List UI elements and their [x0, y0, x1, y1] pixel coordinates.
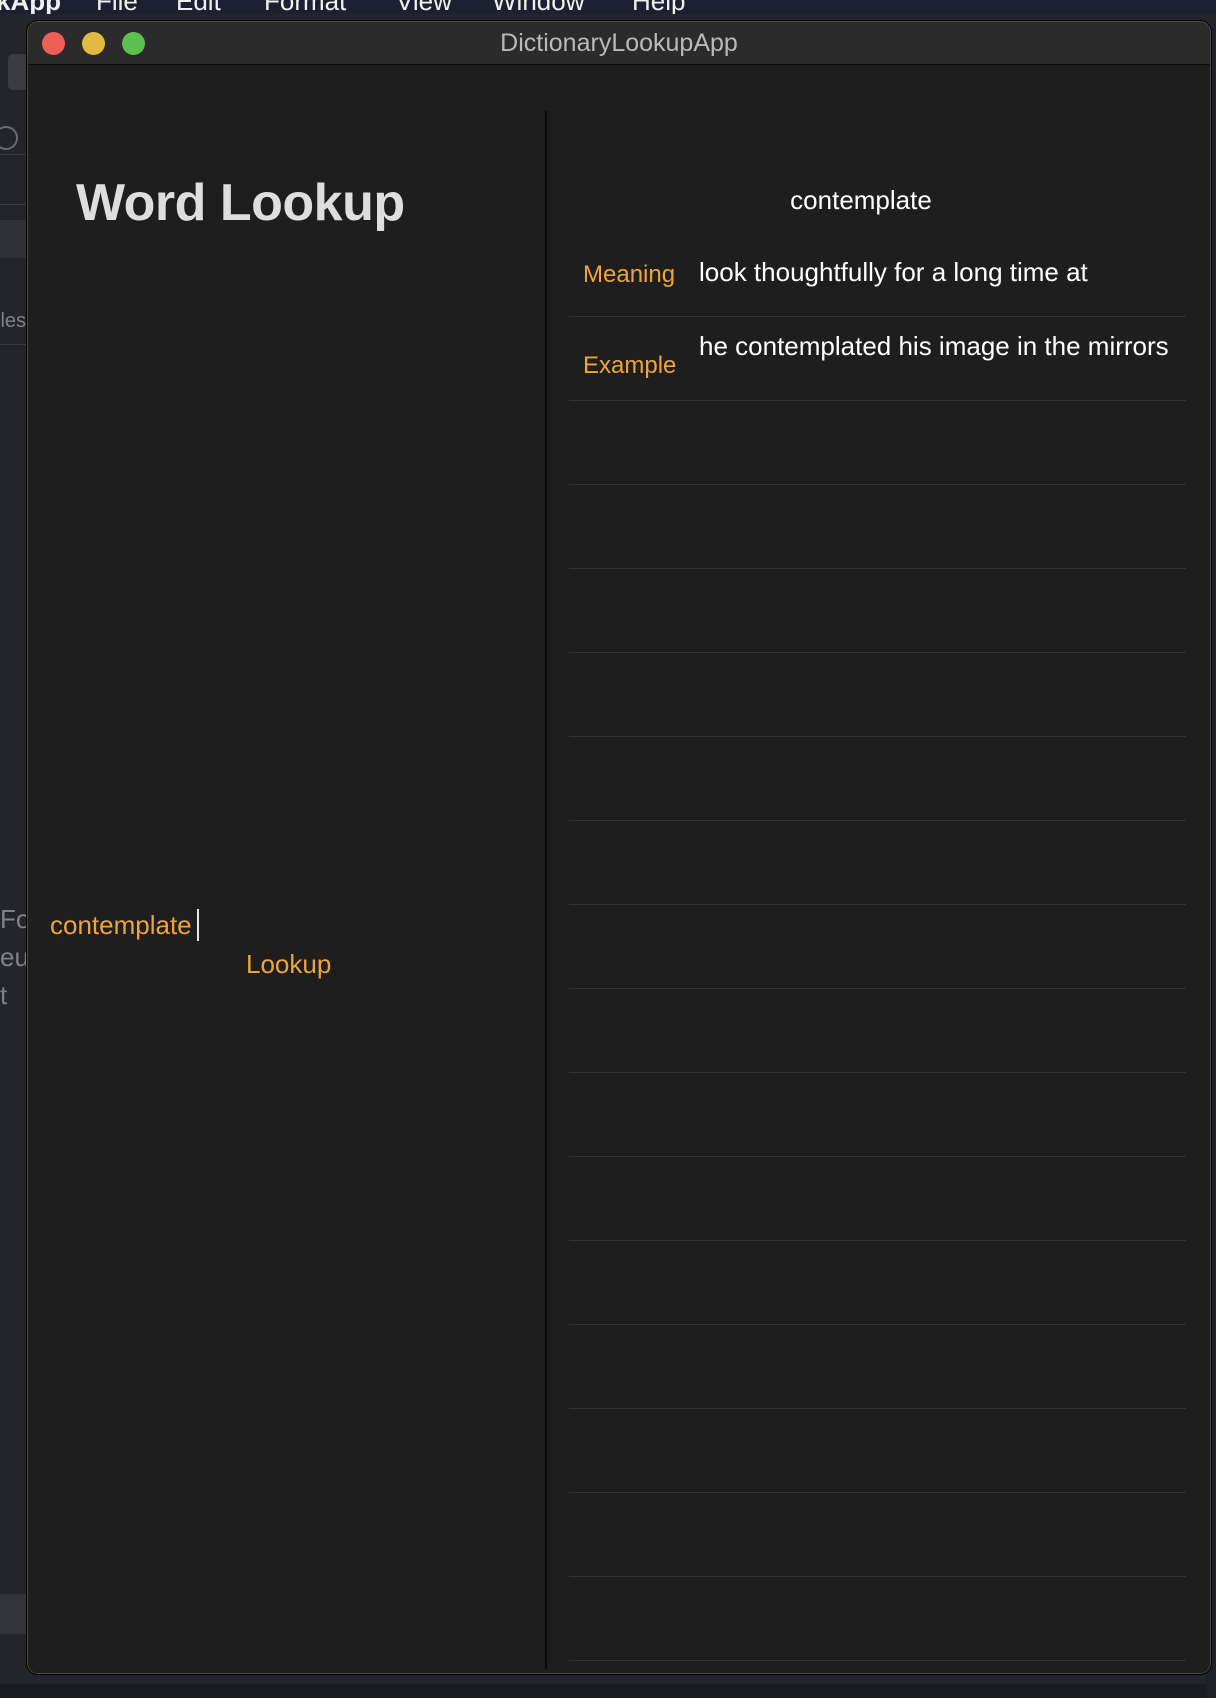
- app-window: DictionaryLookupApp Word Lookup Lookup c…: [27, 21, 1211, 1674]
- background-divider: [0, 344, 26, 345]
- empty-table-row: [569, 1325, 1186, 1409]
- title-bar: DictionaryLookupApp: [28, 22, 1210, 65]
- background-divider: [0, 204, 26, 205]
- window-content: Word Lookup Lookup contemplate Meaning l…: [28, 65, 1210, 1673]
- empty-table-row: [569, 989, 1186, 1073]
- page-title: Word Lookup: [76, 174, 405, 232]
- empty-table-row: [569, 569, 1186, 653]
- menu-view[interactable]: View: [396, 0, 452, 14]
- menu-help[interactable]: Help: [632, 0, 685, 14]
- background-selected-row: [0, 220, 26, 258]
- definition-row-example[interactable]: Example he contemplated his image in the…: [569, 317, 1186, 401]
- background-toolbar-button: [8, 54, 28, 90]
- background-editor-text: eu: [0, 942, 29, 972]
- empty-table-row: [569, 1493, 1186, 1577]
- empty-table-row: [569, 1241, 1186, 1325]
- example-value: he contemplated his image in the mirrors: [699, 331, 1169, 361]
- menu-format[interactable]: Format: [264, 0, 346, 14]
- meaning-value: look thoughtfully for a long time at: [699, 257, 1088, 287]
- menu-edit[interactable]: Edit: [176, 0, 221, 14]
- menu-file[interactable]: File: [96, 0, 138, 14]
- lookup-button[interactable]: Lookup: [246, 949, 331, 980]
- empty-table-row: [569, 821, 1186, 905]
- empty-table-row: [569, 1409, 1186, 1493]
- example-label: Example: [583, 352, 677, 379]
- result-word-title: contemplate: [790, 185, 932, 215]
- empty-table-row: [569, 485, 1186, 569]
- empty-table-row: [569, 1577, 1186, 1661]
- background-sidebar-text: iles: [0, 310, 27, 332]
- empty-table-row: [569, 653, 1186, 737]
- empty-table-row: [569, 1157, 1186, 1241]
- empty-table-row: [569, 1073, 1186, 1157]
- meaning-label: Meaning: [583, 261, 676, 288]
- window-title: DictionaryLookupApp: [500, 29, 738, 57]
- definition-row-meaning[interactable]: Meaning look thoughtfully for a long tim…: [569, 233, 1186, 317]
- empty-table-row: [569, 905, 1186, 989]
- background-divider: [0, 154, 26, 155]
- split-view-divider[interactable]: [545, 111, 547, 1669]
- menu-app-name[interactable]: kApp: [0, 0, 61, 14]
- empty-table-row: [569, 401, 1186, 485]
- background-status-bar: [0, 1594, 26, 1634]
- background-editor-text: t: [0, 980, 8, 1010]
- text-caret: [197, 909, 199, 941]
- background-editor-text: Fo: [0, 904, 31, 934]
- empty-table-row: [569, 737, 1186, 821]
- word-search-input[interactable]: [50, 905, 510, 945]
- definition-table: Meaning look thoughtfully for a long tim…: [569, 233, 1186, 1661]
- system-menu-bar: kApp File Edit Format View Window Help: [0, 0, 1216, 14]
- background-navigator-icon: [0, 126, 18, 150]
- menu-window[interactable]: Window: [492, 0, 584, 14]
